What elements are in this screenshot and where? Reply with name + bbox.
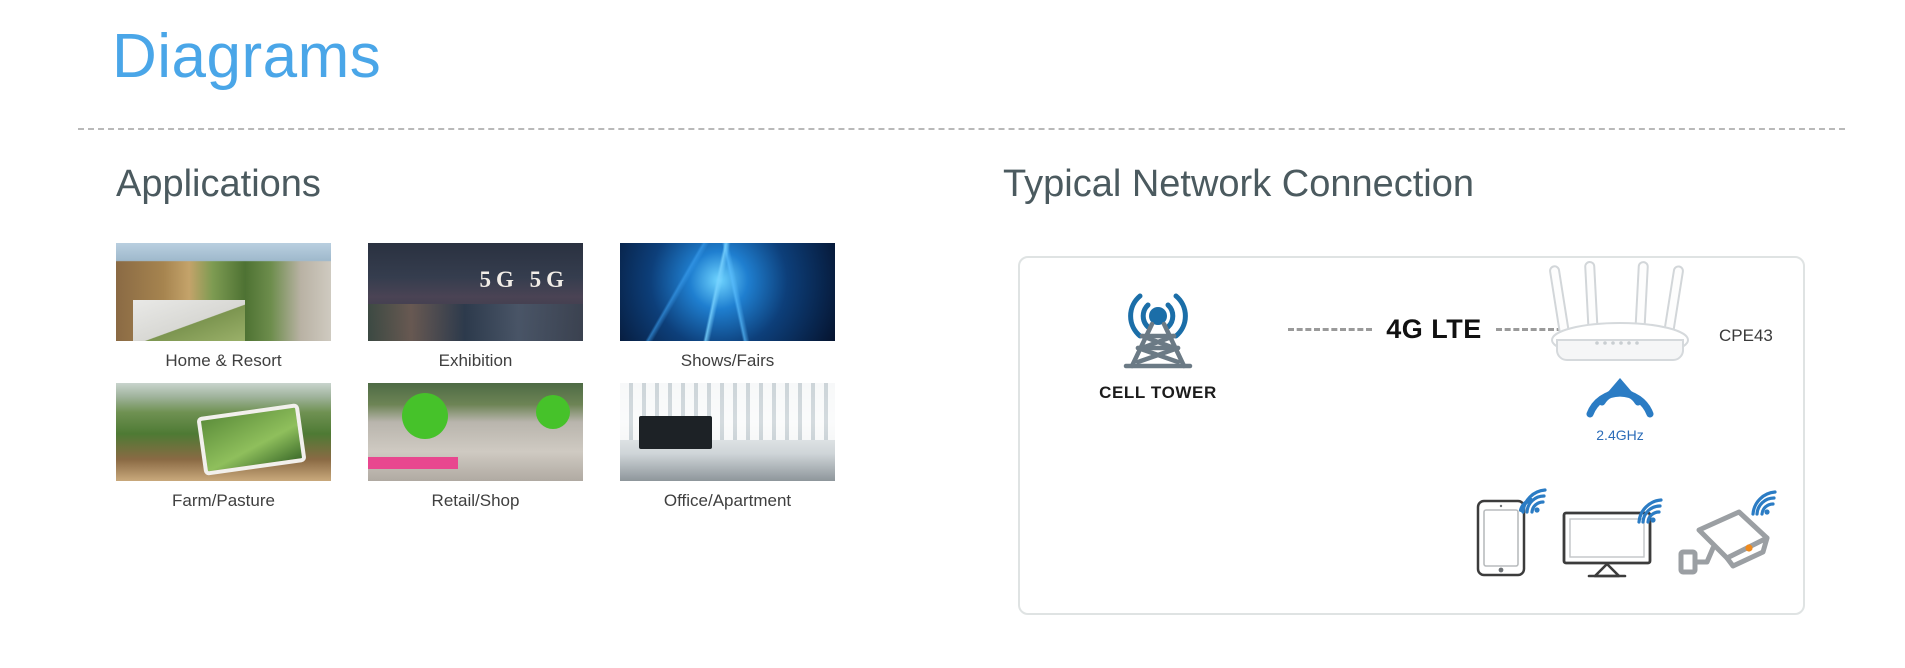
application-item-exhibition[interactable]: Exhibition: [368, 243, 583, 371]
application-item-shows-fairs[interactable]: Shows/Fairs: [620, 243, 835, 371]
security-camera-icon: [1678, 509, 1770, 575]
page-title: Diagrams: [112, 22, 382, 91]
shows-fairs-image: [620, 243, 835, 341]
network-heading: Typical Network Connection: [1003, 163, 1474, 205]
wifi-arc-icon: [1521, 488, 1547, 514]
wifi-router-icon: [1549, 261, 1689, 362]
application-item-office-apartment[interactable]: Office/Apartment: [620, 383, 835, 511]
client-device-tv: [1561, 498, 1663, 585]
cpe-router-label: CPE43: [1719, 326, 1773, 345]
office-apartment-image: [620, 383, 835, 481]
wifi-band-label: 2.4GHz: [1596, 427, 1644, 443]
title-divider: [78, 128, 1845, 130]
application-caption: Exhibition: [438, 351, 513, 370]
client-devices-row: [1475, 488, 1777, 585]
wifi-band-indicator: 2.4GHz: [1545, 370, 1695, 443]
wifi-signal-icon: [1586, 378, 1654, 418]
home-resort-image: [116, 243, 331, 341]
application-caption: Shows/Fairs: [680, 351, 775, 370]
client-device-tablet: [1475, 488, 1547, 585]
cell-tower-icon: [1123, 293, 1193, 369]
application-item-home-resort[interactable]: Home & Resort: [116, 243, 331, 371]
application-caption: Farm/Pasture: [172, 491, 275, 510]
application-caption: Retail/Shop: [431, 491, 520, 510]
wifi-arc-icon: [1751, 490, 1777, 516]
application-item-retail-shop[interactable]: Retail/Shop: [368, 383, 583, 511]
wifi-arc-icon: [1637, 498, 1663, 524]
applications-grid: Home & Resort Exhibition Shows/Fairs Far…: [116, 243, 846, 511]
applications-heading: Applications: [116, 163, 321, 205]
application-item-farm-pasture[interactable]: Farm/Pasture: [116, 383, 331, 511]
farm-pasture-image: [116, 383, 331, 481]
retail-shop-image: [368, 383, 583, 481]
lte-link-label: 4G LTE: [1386, 314, 1482, 344]
exhibition-image: [368, 243, 583, 341]
cpe-router-node: CPE43: [1525, 248, 1773, 383]
link-dash-left: [1288, 328, 1373, 331]
application-caption: Office/Apartment: [663, 491, 792, 510]
network-diagram-panel: CELL TOWER 4G LTE CPE43 2.4GHz: [1018, 256, 1805, 615]
application-caption: Home & Resort: [165, 351, 282, 370]
cell-tower-node: CELL TOWER: [1068, 274, 1248, 403]
client-device-camera: [1677, 490, 1777, 585]
cell-tower-label: CELL TOWER: [1099, 383, 1217, 402]
